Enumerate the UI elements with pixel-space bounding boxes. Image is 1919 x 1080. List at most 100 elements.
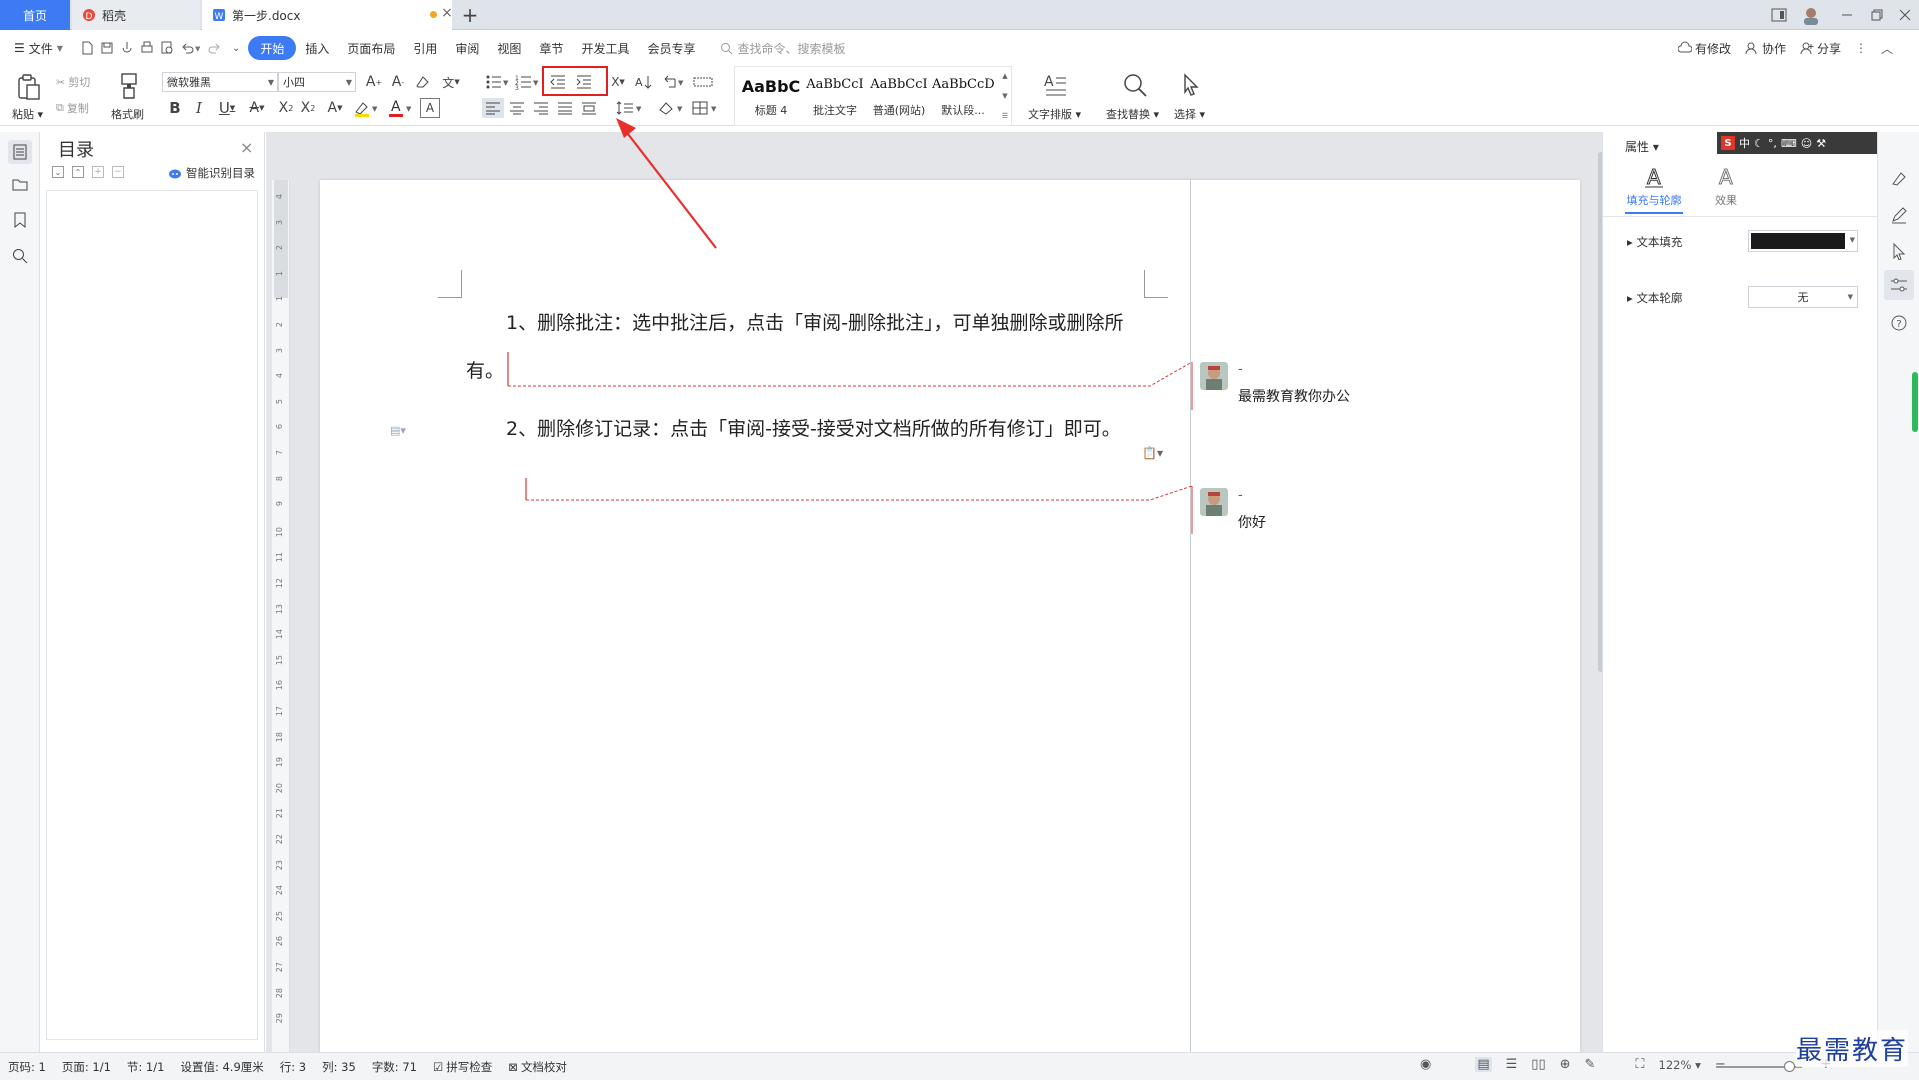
- paste-icon[interactable]: [12, 70, 44, 104]
- expand-all-icon[interactable]: ⌃: [72, 166, 84, 178]
- spell-check-toggle[interactable]: ☑ 拼写检查: [425, 1059, 500, 1075]
- text-layout-button[interactable]: 文字排版 ▾: [1028, 106, 1081, 122]
- print-preview-icon[interactable]: [160, 41, 174, 55]
- ribbon-tab-5[interactable]: 视图: [488, 36, 530, 60]
- copy-button[interactable]: ⧉ 复制: [56, 100, 89, 116]
- zoom-out-icon[interactable]: −: [1715, 1057, 1726, 1072]
- help-icon[interactable]: ?: [1890, 314, 1908, 332]
- restore-icon[interactable]: [1862, 0, 1892, 30]
- expand-gallery-icon[interactable]: ☰: [1002, 112, 1008, 120]
- search-icon[interactable]: [12, 248, 28, 264]
- status-pages[interactable]: 页面: 1/1: [54, 1059, 119, 1075]
- grow-font-icon[interactable]: A +: [364, 72, 384, 92]
- proofread-button[interactable]: ⊠ 文档校对: [500, 1059, 575, 1075]
- superscript-icon[interactable]: X2: [276, 98, 296, 118]
- highlight-icon[interactable]: ▼: [352, 98, 382, 118]
- pointer-icon[interactable]: [1891, 242, 1907, 260]
- shrink-font-icon[interactable]: A-: [388, 72, 408, 92]
- collaborate-button[interactable]: 协作: [1745, 40, 1786, 57]
- ribbon-tab-3[interactable]: 引用: [404, 36, 446, 60]
- text-layout-icon[interactable]: A: [1040, 70, 1070, 100]
- window-layout-icon[interactable]: [1764, 0, 1794, 30]
- select-button[interactable]: 选择 ▾: [1174, 106, 1205, 122]
- export-icon[interactable]: [120, 41, 134, 55]
- style-preset-2[interactable]: AaBbCcI 普通(网站): [867, 73, 931, 121]
- ribbon-tab-7[interactable]: 开发工具: [572, 36, 638, 60]
- underline-icon[interactable]: U ▼: [214, 98, 240, 118]
- status-setting[interactable]: 设置值: 4.9厘米: [172, 1059, 271, 1075]
- add-heading-icon[interactable]: +: [92, 166, 104, 178]
- paragraph-mark-icon[interactable]: ▼: [660, 72, 686, 92]
- font-color-icon[interactable]: A ▼: [386, 98, 416, 118]
- command-search[interactable]: 查找命令、搜索模板: [720, 40, 845, 57]
- text-fill-color-picker[interactable]: ▼: [1748, 230, 1858, 252]
- ribbon-tab-0[interactable]: 开始: [248, 36, 297, 60]
- style-gallery-scroll[interactable]: ▲ ▼ ☰: [998, 72, 1012, 120]
- page-view-icon[interactable]: ▤: [1475, 1057, 1492, 1072]
- fit-page-icon[interactable]: ⛶: [1635, 1057, 1644, 1072]
- text-outline-select[interactable]: 无 ▼: [1748, 286, 1858, 308]
- add-tab-button[interactable]: +: [458, 0, 482, 30]
- outline-view-icon[interactable]: ☰: [1506, 1057, 1518, 1072]
- ribbon-tab-4[interactable]: 审阅: [446, 36, 488, 60]
- save-icon[interactable]: [100, 41, 114, 55]
- pen-icon[interactable]: [1890, 206, 1908, 224]
- ribbon-tab-6[interactable]: 章节: [530, 36, 572, 60]
- file-menu[interactable]: ☰ 文件 ▼: [0, 36, 72, 60]
- style-preset-0[interactable]: AaBbC 标题 4: [739, 73, 803, 121]
- properties-sliders-icon[interactable]: [1884, 270, 1914, 300]
- chapter-nav-icon[interactable]: [12, 176, 28, 192]
- tab-daoke[interactable]: D 稻壳: [72, 0, 200, 30]
- chevron-down-icon[interactable]: ▼: [1002, 92, 1007, 100]
- collapse-all-icon[interactable]: ⌄: [52, 166, 64, 178]
- clear-format-icon[interactable]: [412, 72, 432, 92]
- paste-button[interactable]: 粘贴 ▾: [12, 106, 43, 122]
- reading-view-icon[interactable]: ▯▯: [1531, 1057, 1545, 1072]
- more-icon[interactable]: ⋮: [1855, 41, 1867, 55]
- text-outline-section[interactable]: ▸ 文本轮廓: [1627, 290, 1682, 306]
- text-effect-icon[interactable]: A ▼: [322, 98, 348, 118]
- ribbon-tab-1[interactable]: 插入: [296, 36, 338, 60]
- style-preset-3[interactable]: AaBbCcDd 默认段...: [931, 73, 995, 121]
- print-icon[interactable]: [140, 41, 154, 55]
- align-center-icon[interactable]: [506, 98, 528, 118]
- collapse-ribbon-icon[interactable]: ︿: [1881, 40, 1893, 57]
- table-tabs-icon[interactable]: [692, 72, 714, 92]
- cursor-select-icon[interactable]: [1176, 70, 1206, 100]
- document-page[interactable]: 1、删除批注：选中批注后，点击「审阅-删除批注」，可单独删除或删除所 有。 2、…: [320, 180, 1580, 1052]
- cut-button[interactable]: ✂ 剪切: [56, 74, 90, 90]
- tab-document[interactable]: W 第一步.docx ×: [202, 0, 453, 30]
- undo-icon[interactable]: ▼: [180, 41, 200, 55]
- write-view-icon[interactable]: ✎: [1585, 1057, 1596, 1072]
- bullet-list-icon[interactable]: ▼: [484, 72, 510, 92]
- font-name-select[interactable]: 微软雅黑 ▼: [162, 72, 278, 92]
- find-replace-button[interactable]: 查找替换 ▾: [1106, 106, 1159, 122]
- has-changes-button[interactable]: 有修改: [1678, 40, 1731, 57]
- zoom-slider-thumb[interactable]: [1784, 1061, 1795, 1072]
- web-view-icon[interactable]: ⊕: [1560, 1057, 1571, 1072]
- chinese-layout-icon[interactable]: X ▼: [606, 72, 630, 92]
- close-tab-icon[interactable]: ×: [438, 5, 456, 21]
- style-preset-1[interactable]: AaBbCcI 批注文字: [803, 73, 867, 121]
- strikethrough-icon[interactable]: A ▼: [244, 98, 270, 118]
- format-painter-label[interactable]: 格式刷: [111, 106, 144, 122]
- char-border-icon[interactable]: A: [420, 98, 440, 118]
- comment-text[interactable]: 最需教育教你办公: [1238, 386, 1350, 406]
- style-icon[interactable]: [1890, 170, 1908, 188]
- side-handle[interactable]: [1912, 372, 1918, 432]
- user-avatar[interactable]: [1796, 0, 1826, 30]
- align-left-icon[interactable]: [482, 98, 504, 118]
- toc-list[interactable]: [46, 190, 258, 1040]
- comment-text[interactable]: 你好: [1238, 512, 1266, 532]
- customize-chevron-icon[interactable]: ⌄: [232, 43, 240, 54]
- tab-effect[interactable]: A 效果: [1715, 166, 1737, 208]
- status-word-count[interactable]: 字数: 71: [364, 1059, 425, 1075]
- eye-protect-icon[interactable]: ◉: [1420, 1057, 1431, 1072]
- format-painter-icon[interactable]: [114, 70, 144, 102]
- redo-icon[interactable]: [206, 41, 226, 55]
- bold-icon[interactable]: B: [166, 98, 184, 118]
- tab-fill-outline[interactable]: A 填充与轮廓: [1625, 166, 1683, 214]
- distribute-icon[interactable]: [578, 98, 600, 118]
- subscript-icon[interactable]: X2: [298, 98, 318, 118]
- minimize-icon[interactable]: [1832, 0, 1862, 30]
